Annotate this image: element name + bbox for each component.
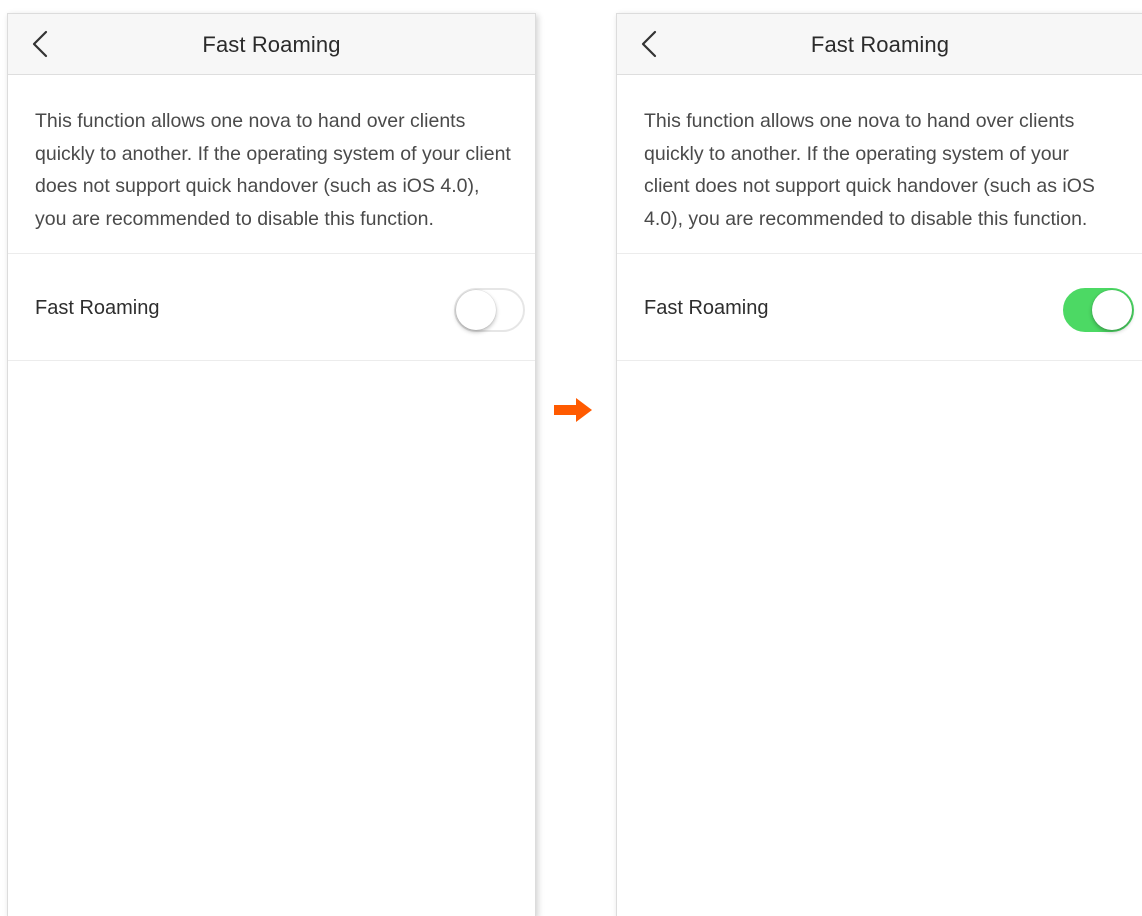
page-title: Fast Roaming [202, 32, 341, 57]
fast-roaming-row: Fast Roaming [8, 254, 535, 361]
fast-roaming-label: Fast Roaming [35, 297, 160, 319]
navigation-bar: Fast Roaming [617, 14, 1142, 75]
fast-roaming-toggle[interactable] [454, 288, 525, 332]
screen-after: Fast Roaming This function allows one no… [616, 13, 1142, 916]
screen-before: Fast Roaming This function allows one no… [7, 13, 536, 916]
arrow-right-icon [554, 398, 592, 422]
toggle-knob [1092, 290, 1132, 330]
function-description: This function allows one nova to hand ov… [8, 75, 535, 254]
function-description: This function allows one nova to hand ov… [617, 75, 1142, 254]
fast-roaming-row: Fast Roaming [617, 254, 1142, 361]
page-title: Fast Roaming [810, 32, 950, 57]
comparison-stage: Fast Roaming This function allows one no… [0, 0, 1142, 916]
fast-roaming-label: Fast Roaming [644, 297, 769, 319]
toggle-knob [456, 290, 496, 330]
fast-roaming-toggle[interactable] [1063, 288, 1134, 332]
navigation-bar: Fast Roaming [8, 14, 535, 75]
